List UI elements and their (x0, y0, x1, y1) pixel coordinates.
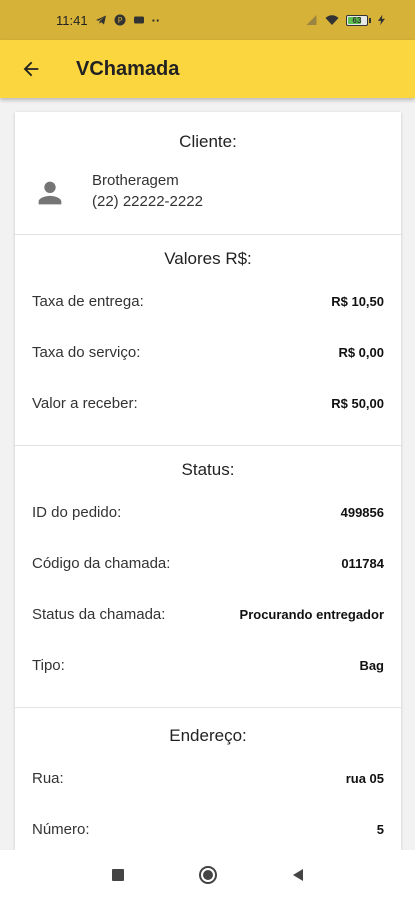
signal-icon (306, 15, 317, 25)
content-scroll[interactable]: Cliente: Brotheragem (22) 22222-2222 Val… (0, 98, 415, 850)
row-order-id: ID do pedido: 499856 (15, 486, 401, 538)
sync-icon (133, 16, 144, 24)
row-service-fee: Taxa do serviço: R$ 0,00 (15, 327, 401, 378)
row-type: Tipo: Bag (15, 640, 401, 691)
call-details-card: Cliente: Brotheragem (22) 22222-2222 Val… (15, 112, 401, 850)
row-value: 5 (376, 822, 384, 837)
row-value: 011784 (341, 556, 384, 571)
system-nav-bar (0, 850, 415, 900)
telegram-icon (95, 15, 106, 25)
client-name: Brotheragem (92, 172, 179, 189)
battery-icon: 63 (346, 14, 371, 26)
square-icon (111, 869, 124, 881)
row-label: Número: (32, 821, 90, 838)
client-section: Cliente: Brotheragem (22) 22222-2222 (15, 112, 401, 235)
row-label: Valor a receber: (32, 395, 138, 412)
client-heading: Cliente: (179, 132, 237, 151)
row-street: Rua: rua 05 (15, 752, 401, 804)
row-call-status: Status da chamada: Procurando entregador (15, 589, 401, 640)
client-phone: (22) 22222-2222 (92, 193, 203, 210)
row-call-code: Código da chamada: 011784 (15, 538, 401, 589)
back-nav-button[interactable] (288, 865, 308, 885)
values-section: Valores R$: Taxa de entrega: R$ 10,50 Ta… (15, 235, 401, 446)
row-label: Código da chamada: (32, 555, 171, 572)
app-bar: VChamada (0, 40, 415, 98)
row-label: Taxa de entrega: (32, 292, 144, 310)
status-section: Status: ID do pedido: 499856 Código da c… (15, 446, 401, 708)
status-time: 11:41 (56, 12, 88, 28)
row-label: Status da chamada: (32, 606, 166, 623)
row-label: Rua: (32, 769, 64, 787)
svg-text:P: P (117, 16, 122, 25)
row-number: Número: 5 (15, 804, 401, 850)
more-notifications: ·· (151, 12, 161, 28)
values-heading: Valores R$: (164, 249, 252, 268)
home-button[interactable] (198, 865, 218, 885)
row-delivery-fee: Taxa de entrega: R$ 10,50 (15, 275, 401, 327)
page-title: VChamada (76, 57, 180, 80)
person-icon (38, 181, 62, 205)
recents-button[interactable] (108, 865, 128, 885)
row-label: Tipo: (32, 657, 65, 674)
row-label: Taxa do serviço: (32, 344, 141, 361)
wifi-icon (325, 15, 339, 25)
address-section: Endereço: Rua: rua 05 Número: 5 (15, 708, 401, 850)
status-bar: 11:41 P ·· 63 (0, 0, 415, 40)
row-value: Bag (359, 658, 384, 673)
triangle-back-icon (292, 869, 303, 881)
row-amount-receivable: Valor a receber: R$ 50,00 (15, 378, 401, 429)
circle-icon (198, 866, 217, 884)
charging-icon (378, 14, 385, 26)
back-button[interactable] (0, 40, 62, 98)
row-value: 499856 (340, 504, 384, 520)
battery-level: 63 (352, 15, 362, 25)
row-value: Procurando entregador (239, 607, 384, 622)
status-heading: Status: (181, 460, 235, 479)
row-value: R$ 50,00 (331, 396, 384, 411)
arrow-back-icon (23, 61, 39, 77)
row-value: R$ 0,00 (338, 345, 384, 360)
row-value: R$ 10,50 (331, 293, 384, 309)
row-label: ID do pedido: (32, 503, 122, 521)
address-heading: Endereço: (169, 726, 247, 745)
app-notification-icon: P (114, 14, 126, 26)
row-value: rua 05 (345, 770, 384, 786)
